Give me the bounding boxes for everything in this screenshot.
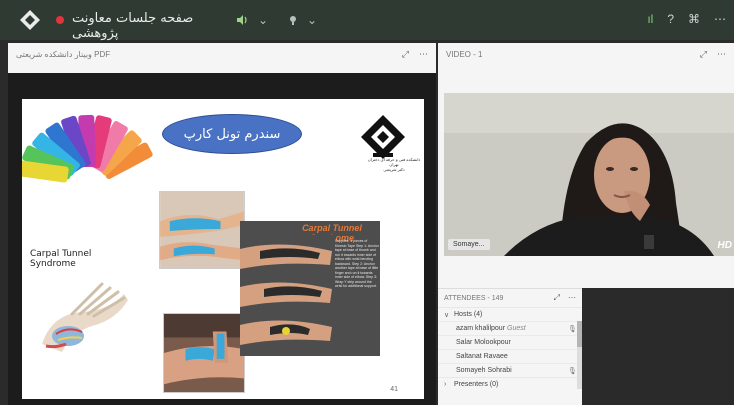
page-number: 41 [390,386,398,393]
chevron-down-icon: ∨ [444,311,450,319]
attendees-panel-title: ATTENDEES - 149 [444,294,504,302]
hand-anatomy-image [42,282,128,352]
attendee-row[interactable]: azam khalilpour Guest 🎙 [438,321,582,335]
group-label: Presenters (0) [454,381,499,388]
chevron-right-icon: › [444,381,447,388]
attendee-name: Somayeh Sohrabi [456,367,512,374]
carpal-tunnel-caption: Carpal Tunnel Syndrome [30,249,92,269]
expand-icon[interactable]: ⤢ [402,49,409,60]
participant-webcam-image [444,93,734,256]
taping-steps-text: Supplies: 1 pieces of Kinesio Tape Step … [335,239,379,288]
pdf-panel-header: وبینار دانشکده شریعتی PDF ⤢ ⋯ [8,43,436,65]
attendee-name: Saltanat Ravaee [456,353,508,360]
speaker-icon[interactable] [236,14,248,26]
group-label: Hosts (4) [454,311,483,318]
session-title: صفحه جلسات معاونت پژوهشی [72,11,194,41]
help-icon[interactable]: ? [667,12,674,26]
layout-icon[interactable]: ⌘ [688,12,700,26]
hd-badge: HD [717,240,732,251]
recording-indicator-icon [56,16,64,24]
taping-demonstration-photo [163,313,245,393]
camera-icon[interactable] [287,14,299,26]
attendee-row[interactable]: Somayeh Sohrabi 🎙 [438,363,582,377]
attendee-row[interactable]: Saltanat Ravaee [438,349,582,363]
expand-icon[interactable]: ⤢ [700,49,707,60]
taping-steps-photos [240,235,336,353]
attendees-panel: ATTENDEES - 149 ⤢ ⋯ ∨ Hosts (4) azam kha… [438,288,582,405]
taping-steps-panel: Carpal Tunnel Syndrome Supplies: 1 piece… [240,221,380,356]
pdf-viewer[interactable]: سندرم تونل کارپ دانشکده فنی و حرفه ای دخ… [8,73,436,405]
pdf-panel-title: وبینار دانشکده شریعتی PDF [16,49,111,59]
video-panel-header: VIDEO - 1 ⤢ ⋯ [438,43,734,65]
attendee-role: Guest [507,325,526,332]
group-presenters[interactable]: › Presenters (0) [438,377,582,391]
attendee-row[interactable]: Salar Molookpour [438,335,582,349]
attendee-name: Salar Molookpour [456,339,511,346]
video-panel: VIDEO - 1 ⤢ ⋯ Somaye... HD [438,43,734,288]
slide-title: سندرم تونل کارپ [162,114,302,154]
attendee-name: azam khalilpour [456,325,506,332]
top-right-controls: ıl ? ⌘ ⋯ [647,12,726,26]
participant-name-tag: Somaye... [448,239,490,250]
participant-video[interactable]: Somaye... HD [444,93,734,256]
audio-dropdown-icon[interactable]: ⌄ [258,13,268,27]
empty-area [582,288,734,405]
app-logo-icon [20,10,40,30]
group-hosts[interactable]: ∨ Hosts (4) [438,307,582,321]
top-bar: صفحه جلسات معاونت پژوهشی ⌄ ⌄ ıl ? ⌘ ⋯ [0,0,734,41]
university-caption: دانشکده فنی و حرفه ای دختران تهران دکتر … [367,157,421,172]
more-menu-icon[interactable]: ⋯ [714,12,726,26]
wrist-tape-photo [159,191,245,269]
more-options-icon[interactable]: ⋯ [568,293,576,303]
signal-strength-icon[interactable]: ıl [647,12,653,26]
expand-icon[interactable]: ⤢ [554,293,560,303]
more-options-icon[interactable]: ⋯ [419,49,428,60]
pdf-panel: وبینار دانشکده شریعتی PDF ⤢ ⋯ سندرم تونل… [8,43,436,405]
more-options-icon[interactable]: ⋯ [717,49,726,60]
video-panel-title: VIDEO - 1 [446,49,483,59]
presentation-slide: سندرم تونل کارپ دانشکده فنی و حرفه ای دخ… [22,99,424,399]
video-dropdown-icon[interactable]: ⌄ [307,13,317,27]
tape-color-fan-image [22,107,154,183]
attendees-panel-header: ATTENDEES - 149 ⤢ ⋯ [438,289,582,307]
